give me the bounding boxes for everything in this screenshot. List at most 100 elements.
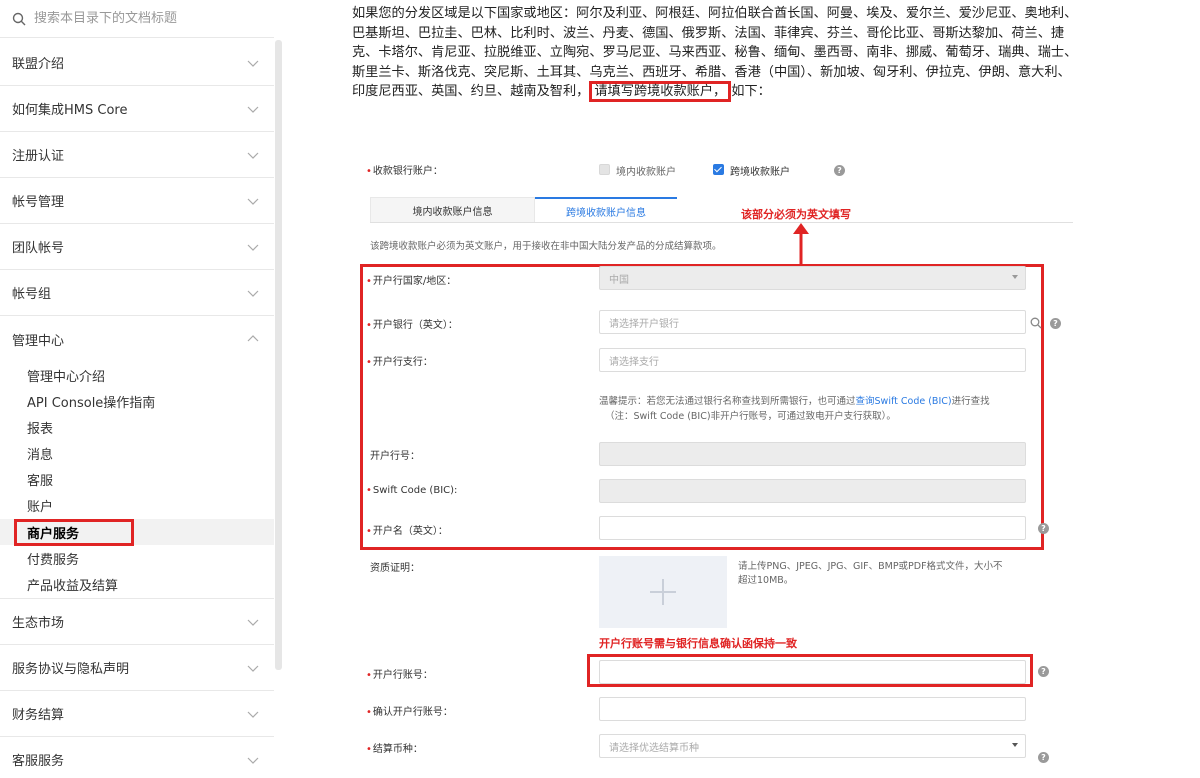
- sidebar-subitem-account[interactable]: 账户: [0, 492, 274, 518]
- intro-line: 克、卡塔尔、肯尼亚、拉脱维亚、立陶宛、罗马尼亚、马来西亚、秘鲁、缅甸、墨西哥、南…: [352, 45, 1078, 60]
- sidebar-item-label: 生态市场: [12, 616, 65, 631]
- bank-number-label: 开户行号：: [370, 451, 420, 462]
- sidebar-item-ecosystem-market[interactable]: 生态市场: [0, 599, 274, 645]
- sidebar-subitem-label: 客服: [27, 473, 54, 489]
- domestic-account-option-label: 境内收款账户: [616, 167, 676, 178]
- chevron-down-icon: [247, 152, 259, 159]
- sidebar-subitem-revenue-settlement[interactable]: 产品收益及结算: [0, 571, 274, 597]
- tab-label: 跨境收款账户信息: [566, 207, 646, 219]
- country-label: •开户行国家/地区：: [366, 276, 457, 287]
- chevron-down-icon: [247, 198, 259, 205]
- chevron-up-icon: [247, 335, 259, 342]
- sidebar-item-label: 财务结算: [12, 708, 65, 723]
- sidebar-item-management-center[interactable]: 管理中心: [0, 316, 274, 362]
- sidebar-subitem-label: API Console操作指南: [27, 395, 156, 411]
- intro-line: 斯里兰卡、斯洛伐克、突尼斯、土耳其、乌克兰、西班牙、希腊、香港（中国）、新加坡、…: [352, 64, 1071, 80]
- swift-code-label: •Swift Code (BIC):: [366, 485, 458, 496]
- annotation-english-required: 该部分必须为英文填写: [741, 208, 851, 221]
- sidebar-item-agreements-privacy[interactable]: 服务协议与隐私声明: [0, 645, 274, 691]
- tab-cross-border-account-info[interactable]: 跨境收款账户信息: [535, 197, 677, 223]
- search-bar[interactable]: [0, 0, 274, 38]
- currency-placeholder: 请选择优选结算币种: [609, 742, 699, 754]
- search-icon[interactable]: [1030, 317, 1042, 329]
- sidebar-subitem-reports[interactable]: 报表: [0, 414, 274, 440]
- chevron-down-icon: [247, 711, 259, 718]
- help-icon[interactable]: ?: [1050, 318, 1061, 329]
- branch-select[interactable]: 请选择支行: [599, 348, 1026, 372]
- intro-paragraph: 如果您的分发区域是以下国家或地区：阿尔及利亚、阿根廷、阿拉伯联合酋长国、阿曼、埃…: [352, 4, 1172, 102]
- bank-select[interactable]: 请选择开户银行: [599, 310, 1026, 334]
- currency-select[interactable]: 请选择优选结算币种: [599, 734, 1026, 758]
- sidebar-item-label: 管理中心: [12, 333, 65, 349]
- account-type-label: •收款银行账户：: [366, 166, 443, 177]
- sidebar-subitem-label: 报表: [27, 421, 54, 437]
- sidebar-item-label: 团队帐号: [12, 241, 65, 256]
- help-icon[interactable]: ?: [1038, 523, 1049, 534]
- sidebar-item-account-group[interactable]: 帐号组: [0, 270, 274, 316]
- sidebar-item-label: 帐号组: [12, 287, 52, 302]
- sidebar-subitem-label: 管理中心介绍: [27, 369, 106, 385]
- branch-placeholder: 请选择支行: [609, 356, 659, 368]
- sidebar-item-registration[interactable]: 注册认证: [0, 132, 274, 178]
- upload-hint: 请上传PNG、JPEG、JPG、GIF、BMP或PDF格式文件，大小不: [738, 561, 1003, 572]
- bank-label: •开户银行（英文）：: [366, 320, 458, 331]
- tab-domestic-account-info[interactable]: 境内收款账户信息: [370, 197, 535, 223]
- confirm-account-label: •确认开户行账号：: [366, 707, 453, 718]
- qualification-label: 资质证明：: [370, 563, 420, 574]
- sidebar-subitem-center-intro[interactable]: 管理中心介绍: [0, 362, 274, 388]
- sidebar-item-label: 帐号管理: [12, 195, 65, 210]
- confirm-account-input[interactable]: [599, 697, 1026, 721]
- upload-hint-size: 超过10MB。: [738, 575, 794, 586]
- arrow-up-icon: [793, 223, 809, 268]
- sidebar-item-label: 服务协议与隐私声明: [12, 662, 130, 677]
- bank-number-field: [599, 442, 1026, 466]
- sidebar-item-integrate-hms[interactable]: 如何集成HMS Core: [0, 86, 274, 132]
- sidebar-subitem-label: 付费服务: [27, 552, 80, 568]
- sidebar-scrollbar[interactable]: [275, 40, 282, 670]
- tip-note: （注：Swift Code (BIC)非开户行账号，可通过致电开户支行获取）。: [605, 411, 896, 422]
- help-icon[interactable]: ?: [834, 165, 845, 176]
- swift-code-lookup-link[interactable]: 查询Swift Code (BIC): [856, 396, 952, 407]
- sidebar-subitem-label: 产品收益及结算: [27, 578, 119, 594]
- sidebar-subitem-label: 账户: [27, 499, 54, 515]
- chevron-down-icon: [247, 106, 259, 113]
- sidebar-item-finance-settlement[interactable]: 财务结算: [0, 691, 274, 737]
- account-number-input[interactable]: [599, 660, 1026, 684]
- upload-button[interactable]: [599, 556, 727, 628]
- highlighted-instruction: 请填写跨境收款账户，: [589, 81, 732, 102]
- plus-icon: [650, 579, 676, 605]
- sidebar-subitem-paid-service[interactable]: 付费服务: [0, 545, 274, 571]
- sidebar-item-label: 如何集成HMS Core: [12, 103, 128, 118]
- account-holder-label: •开户名（英文）：: [366, 526, 448, 537]
- sidebar-subitem-api-console[interactable]: API Console操作指南: [0, 388, 274, 414]
- help-icon[interactable]: ?: [1038, 752, 1049, 763]
- swift-code-field: [599, 479, 1026, 503]
- sidebar-item-customer-support[interactable]: 客服服务: [0, 737, 274, 778]
- domestic-account-checkbox[interactable]: [599, 164, 610, 175]
- sidebar-item-team-account[interactable]: 团队帐号: [0, 224, 274, 270]
- help-icon[interactable]: ?: [1038, 666, 1049, 677]
- sidebar-item-label: 联盟介绍: [12, 57, 65, 72]
- sidebar-subitem-customer-service[interactable]: 客服: [0, 466, 274, 492]
- sidebar: 联盟介绍 如何集成HMS Core 注册认证 帐号管理 团队帐号 帐号组 管理中…: [0, 0, 284, 778]
- cross-border-account-checkbox[interactable]: [713, 164, 724, 175]
- country-select[interactable]: 中国: [599, 266, 1026, 290]
- cross-border-description: 该跨境收款账户必须为英文账户，用于接收在非中国大陆分发产品的分成结算款项。: [370, 241, 722, 252]
- chevron-down-icon: [247, 244, 259, 251]
- sidebar-subitem-label: 消息: [27, 447, 54, 463]
- search-icon: [12, 12, 26, 25]
- search-input[interactable]: [34, 11, 254, 26]
- cross-border-account-option-label: 跨境收款账户: [730, 167, 790, 178]
- sidebar-item-alliance-intro[interactable]: 联盟介绍: [0, 40, 274, 86]
- intro-text: 印度尼西亚、英国、约旦、越南及智利，: [352, 84, 590, 99]
- tab-divider: [370, 222, 1073, 223]
- sidebar-item-label: 注册认证: [12, 149, 65, 164]
- sidebar-item-account-management[interactable]: 帐号管理: [0, 178, 274, 224]
- account-number-label: •开户行账号：: [366, 670, 433, 681]
- account-holder-input[interactable]: [599, 516, 1026, 540]
- sidebar-subitem-messages[interactable]: 消息: [0, 440, 274, 466]
- intro-text: 如下：: [731, 84, 771, 99]
- chevron-down-icon: [247, 665, 259, 672]
- tab-label: 境内收款账户信息: [412, 207, 493, 218]
- highlight-annotation: [14, 519, 134, 546]
